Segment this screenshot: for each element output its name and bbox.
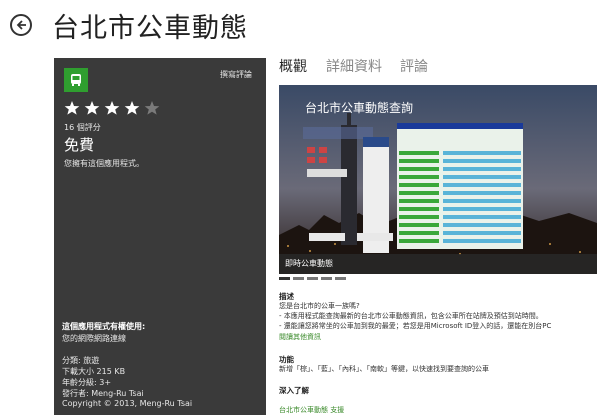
app-screenshot[interactable]: 台北市公車動態查詢 即時公車動態 bbox=[279, 85, 597, 274]
description-line: - 還能讓您將常坐的公車加到我的最愛；若您是用Microsoft ID登入的話，… bbox=[279, 322, 552, 330]
star-filled-icon bbox=[104, 101, 120, 115]
tab-details[interactable]: 詳細資料 bbox=[326, 56, 382, 76]
category: 分類: 旅遊 bbox=[62, 356, 100, 365]
tab-overview[interactable]: 概觀 bbox=[279, 56, 307, 76]
description-line: 您是台北市的公車一族嗎? bbox=[279, 302, 360, 310]
rating-count: 16 個評分 bbox=[64, 123, 101, 132]
pager-dot[interactable] bbox=[279, 277, 290, 280]
support-link[interactable]: 台北市公車動態 支援 bbox=[279, 405, 344, 415]
page-title: 台北市公車動態 bbox=[52, 13, 248, 44]
price: 免費 bbox=[64, 136, 95, 154]
age-rating: 年齡分級: 3+ bbox=[62, 378, 112, 387]
star-filled-icon bbox=[84, 101, 100, 115]
star-filled-icon bbox=[64, 101, 80, 115]
learn-more-heading: 深入了解 bbox=[279, 386, 309, 395]
write-review-link[interactable]: 撰寫評論 bbox=[220, 69, 252, 80]
description-line: - 本應用程式能查詢最新的台北市公車動態資訊，包含公車所在站牌及預估到站時間。 bbox=[279, 312, 543, 320]
pager-dot[interactable] bbox=[293, 277, 304, 280]
owned-note: 您擁有這個應用程式。 bbox=[64, 159, 144, 168]
pager-dot[interactable] bbox=[335, 277, 346, 280]
permission-item: 您的網際網路連線 bbox=[62, 334, 126, 343]
read-more-link[interactable]: 閱讀其他資訊 bbox=[279, 332, 321, 342]
permissions-title: 這個應用程式有權使用: bbox=[62, 322, 146, 331]
publisher: 發行者: Meng-Ru Tsai bbox=[62, 389, 144, 398]
star-empty-icon bbox=[144, 101, 160, 115]
screenshot-pager[interactable] bbox=[279, 277, 346, 280]
features-line: 新增「棕」、「藍」、「內科」、「南軟」等鍵，以快速找到要查詢的公車 bbox=[279, 365, 489, 373]
pager-dot[interactable] bbox=[307, 277, 318, 280]
screenshot-app-heading: 台北市公車動態查詢 bbox=[305, 101, 414, 115]
back-button[interactable] bbox=[10, 14, 32, 36]
download-size: 下載大小 215 KB bbox=[62, 367, 126, 376]
app-info-panel: 撰寫評論 16 個評分 免費 您擁有這個應用程式。 這個應用程式有權使用: 您的… bbox=[54, 58, 266, 415]
pager-dot[interactable] bbox=[321, 277, 332, 280]
star-filled-icon bbox=[124, 101, 140, 115]
copyright: Copyright © 2013, Meng-Ru Tsai bbox=[62, 399, 193, 408]
arrow-left-icon bbox=[16, 20, 26, 30]
screenshot-caption: 即時公車動態 bbox=[279, 254, 597, 274]
rating-stars bbox=[64, 100, 160, 116]
bus-icon bbox=[64, 68, 88, 92]
tab-reviews[interactable]: 評論 bbox=[400, 56, 428, 76]
